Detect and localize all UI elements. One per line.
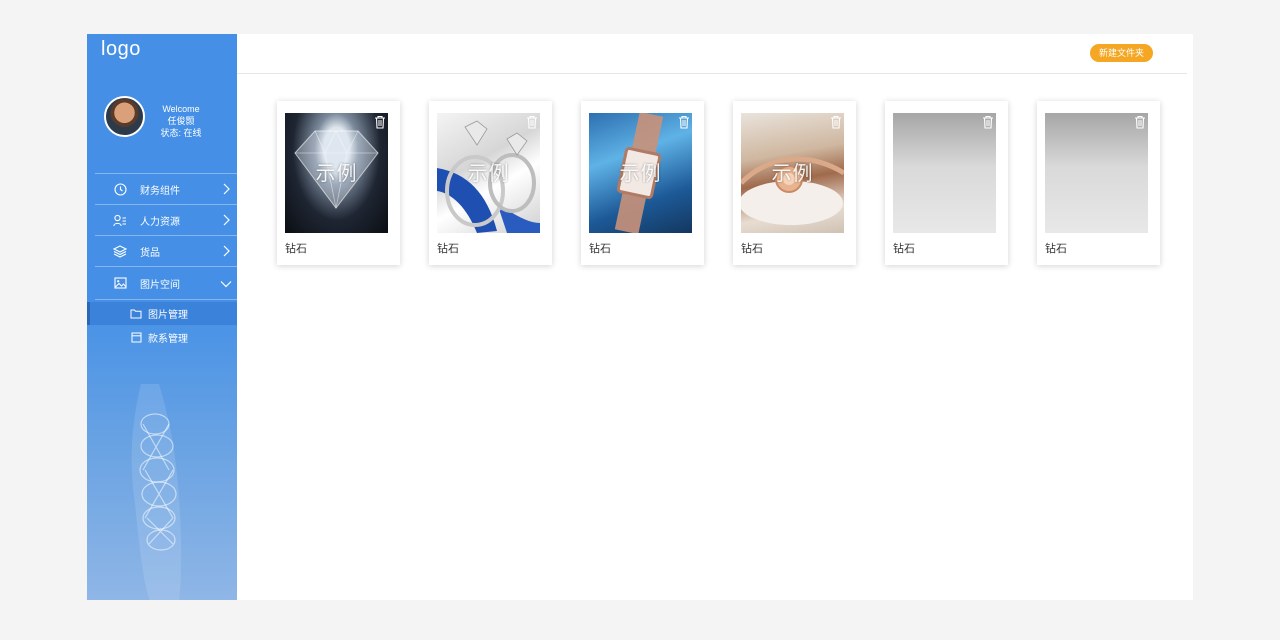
- image-caption: 钻石: [285, 243, 307, 255]
- image-card[interactable]: 示例 钻石: [429, 101, 552, 265]
- logo[interactable]: logo: [101, 38, 141, 61]
- avatar[interactable]: [104, 96, 145, 137]
- watch-thumbnail[interactable]: 示例: [589, 113, 692, 233]
- new-folder-button[interactable]: 新建文件夹: [1090, 44, 1153, 62]
- menu-item-label: 货品: [140, 247, 160, 259]
- menu-item-goods[interactable]: 货品: [95, 235, 237, 266]
- jewelry-decoration-image: [131, 384, 182, 600]
- image-caption: 钻石: [437, 243, 459, 255]
- placeholder-thumbnail[interactable]: [893, 113, 996, 233]
- chevron-right-icon: [223, 245, 230, 257]
- image-caption: 钻石: [741, 243, 763, 255]
- chevron-right-icon: [223, 183, 230, 195]
- bracelet-thumbnail[interactable]: 示例: [741, 113, 844, 233]
- image-card[interactable]: 钻石: [1037, 101, 1160, 265]
- menu-item-hr[interactable]: 人力资源: [95, 204, 237, 235]
- window-icon: [130, 332, 142, 344]
- image-card[interactable]: 示例 钻石: [277, 101, 400, 265]
- watermark-text: 示例: [467, 163, 510, 185]
- menu-item-image-space[interactable]: 图片空间: [95, 266, 237, 300]
- trash-icon[interactable]: [374, 115, 386, 129]
- trash-icon[interactable]: [982, 115, 994, 129]
- sidebar-menu: 财务组件 人力资源 货品 图片空间: [95, 173, 237, 300]
- user-status: 状态: 在线: [160, 128, 202, 138]
- placeholder-thumbnail[interactable]: [1045, 113, 1148, 233]
- layers-icon: [113, 244, 127, 258]
- menu-item-label: 人力资源: [140, 216, 180, 228]
- user-list-icon: [113, 213, 127, 227]
- image-card[interactable]: 示例 钻石: [733, 101, 856, 265]
- submenu-item-label: 款系管理: [148, 334, 188, 345]
- chevron-down-icon: [220, 281, 232, 288]
- user-info: Welcome 任俊颢 状态: 在线: [149, 103, 213, 139]
- watermark-text: 示例: [315, 163, 358, 185]
- welcome-text: Welcome: [162, 104, 200, 114]
- watermark-text: 示例: [619, 163, 662, 185]
- diamond-thumbnail[interactable]: 示例: [285, 113, 388, 233]
- image-card[interactable]: 示例 钻石: [581, 101, 704, 265]
- image-caption: 钻石: [589, 243, 611, 255]
- image-icon: [113, 276, 127, 290]
- app-window: logo Welcome 任俊颢 状态: 在线 财务组件 人力资源 货品 图片空…: [87, 34, 1193, 600]
- rings-thumbnail[interactable]: 示例: [437, 113, 540, 233]
- trash-icon[interactable]: [526, 115, 538, 129]
- submenu-item-label: 图片管理: [148, 310, 188, 321]
- watermark-text: 示例: [771, 163, 814, 185]
- clock-icon: [113, 182, 127, 196]
- submenu-item-image-management[interactable]: 图片管理: [87, 302, 237, 325]
- menu-item-finance[interactable]: 财务组件: [95, 173, 237, 204]
- image-caption: 钻石: [893, 243, 915, 255]
- trash-icon[interactable]: [678, 115, 690, 129]
- menu-item-label: 图片空间: [140, 279, 180, 291]
- trash-icon[interactable]: [830, 115, 842, 129]
- sidebar: logo Welcome 任俊颢 状态: 在线 财务组件 人力资源 货品 图片空…: [87, 34, 237, 600]
- submenu-item-series-management[interactable]: 款系管理: [87, 326, 237, 349]
- image-caption: 钻石: [1045, 243, 1067, 255]
- menu-item-label: 财务组件: [140, 185, 180, 197]
- top-bar: 新建文件夹: [237, 34, 1187, 74]
- user-name: 任俊颢: [167, 116, 195, 126]
- chevron-right-icon: [223, 214, 230, 226]
- trash-icon[interactable]: [1134, 115, 1146, 129]
- folder-icon: [130, 308, 142, 320]
- image-card[interactable]: 钻石: [885, 101, 1008, 265]
